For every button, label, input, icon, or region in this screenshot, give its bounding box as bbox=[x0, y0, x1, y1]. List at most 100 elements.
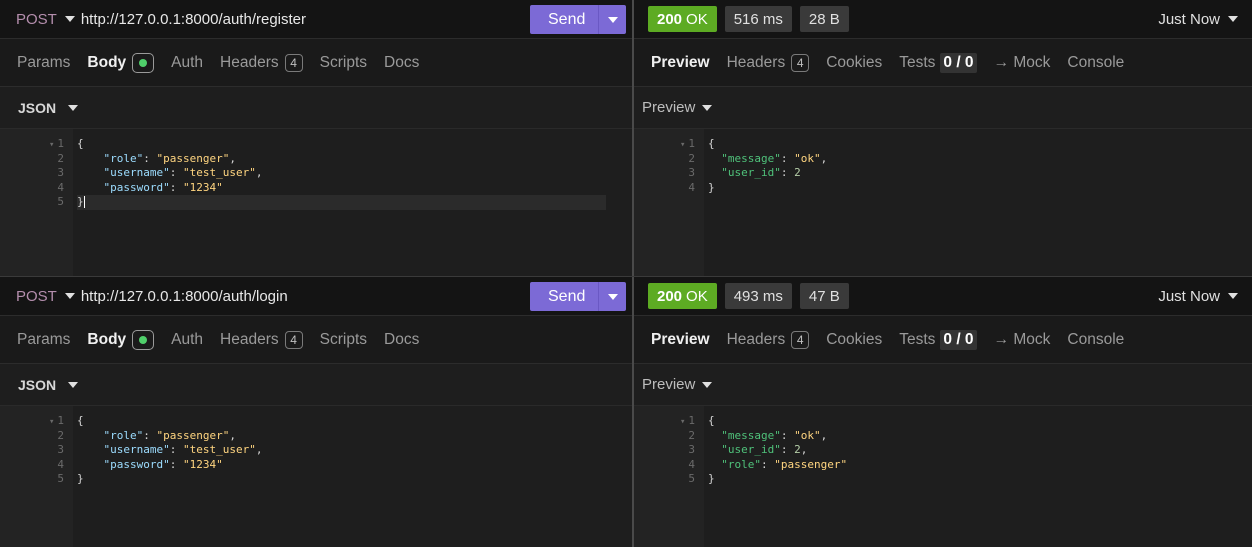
tab-params[interactable]: Params bbox=[17, 331, 70, 349]
line-number: 2 bbox=[688, 151, 695, 165]
response-headers-count-badge: 4 bbox=[791, 330, 810, 349]
method-selector[interactable]: POST bbox=[16, 288, 57, 305]
line-number: 3 bbox=[57, 443, 64, 456]
request-tabs: Params Body Auth Headers 4 Scripts Docs bbox=[0, 316, 632, 364]
tab-mock[interactable]: → Mock bbox=[994, 54, 1051, 72]
send-button[interactable]: Send bbox=[530, 282, 626, 311]
line-number-gutter: 1 2 3 4 5 bbox=[0, 129, 73, 276]
code-area[interactable]: { "role": "passenger", "username": "test… bbox=[73, 406, 632, 547]
tab-response-headers-label: Headers bbox=[726, 53, 786, 71]
preview-mode-caret-icon bbox=[702, 381, 713, 388]
code-line: } bbox=[77, 472, 84, 485]
tab-params[interactable]: Params bbox=[17, 54, 70, 72]
send-button[interactable]: Send bbox=[530, 5, 626, 34]
history-dropdown[interactable]: Just Now bbox=[1158, 11, 1238, 28]
code-line: { bbox=[77, 137, 84, 150]
tab-body[interactable]: Body bbox=[87, 329, 155, 350]
send-dropdown-caret-icon[interactable] bbox=[608, 17, 618, 23]
tab-docs[interactable]: Docs bbox=[384, 331, 419, 349]
preview-mode-selector[interactable]: Preview bbox=[634, 364, 1252, 406]
line-number: 2 bbox=[688, 428, 695, 442]
tab-scripts[interactable]: Scripts bbox=[320, 331, 367, 349]
tab-docs[interactable]: Docs bbox=[384, 54, 419, 72]
tab-tests[interactable]: Tests 0 / 0 bbox=[899, 52, 977, 73]
response-code-area: { "message": "ok", "user_id": 2, "role":… bbox=[704, 406, 1252, 547]
method-dropdown-caret-icon[interactable] bbox=[64, 293, 75, 299]
preview-mode-label: Preview bbox=[642, 99, 696, 116]
response-headers-count-badge: 4 bbox=[791, 53, 810, 72]
line-number: 5 bbox=[57, 472, 64, 485]
body-type-label: JSON bbox=[18, 99, 57, 116]
send-button-separator bbox=[598, 5, 599, 34]
send-button-separator bbox=[598, 282, 599, 311]
line-number-gutter: 1 2 3 4 5 bbox=[634, 406, 704, 547]
headers-count-badge: 4 bbox=[284, 53, 303, 72]
tab-tests[interactable]: Tests 0 / 0 bbox=[899, 329, 977, 350]
line-number: 2 bbox=[57, 428, 64, 442]
response-panel-register: 200 OK 516 ms 28 B Just Now Preview Heade… bbox=[634, 0, 1252, 276]
code-line: "password": "1234" bbox=[103, 180, 223, 194]
tab-cookies[interactable]: Cookies bbox=[826, 331, 882, 349]
code-line: { bbox=[708, 137, 715, 150]
body-active-indicator-icon bbox=[132, 52, 155, 73]
line-number: 1 bbox=[634, 414, 704, 429]
code-line-active: } bbox=[77, 195, 606, 210]
tab-scripts[interactable]: Scripts bbox=[320, 54, 367, 72]
code-line: "message": "ok", bbox=[721, 428, 828, 442]
line-number: 4 bbox=[688, 457, 695, 471]
status-badge: 200 OK bbox=[648, 6, 717, 32]
tab-cookies[interactable]: Cookies bbox=[826, 54, 882, 72]
code-line: "user_id": 2 bbox=[721, 166, 801, 179]
tab-headers-label: Headers bbox=[220, 53, 279, 71]
response-status-bar: 200 OK 493 ms 47 B Just Now bbox=[634, 277, 1252, 316]
line-number: 1 bbox=[0, 137, 73, 152]
method-selector[interactable]: POST bbox=[16, 11, 57, 28]
response-size-badge: 28 B bbox=[799, 6, 849, 32]
tab-body-label: Body bbox=[87, 53, 127, 71]
code-line: "role": "passenger", bbox=[103, 428, 236, 442]
code-area[interactable]: { "role": "passenger", "username": "test… bbox=[73, 129, 632, 276]
response-time-badge: 493 ms bbox=[724, 283, 792, 309]
body-editor[interactable]: 1 2 3 4 5 { "role": "passenger", "userna… bbox=[0, 129, 632, 276]
history-caret-icon bbox=[1228, 293, 1238, 299]
tab-headers-label: Headers bbox=[220, 330, 279, 348]
tab-console[interactable]: Console bbox=[1067, 54, 1124, 72]
send-button-label: Send bbox=[548, 287, 586, 305]
line-number: 4 bbox=[57, 457, 64, 471]
url-bar: POST http://127.0.0.1:8000/auth/register… bbox=[0, 0, 632, 39]
code-line: "role": "passenger", bbox=[103, 151, 236, 165]
response-status-bar: 200 OK 516 ms 28 B Just Now bbox=[634, 0, 1252, 39]
body-type-selector[interactable]: JSON bbox=[0, 87, 632, 129]
tab-preview[interactable]: Preview bbox=[651, 54, 710, 72]
history-dropdown[interactable]: Just Now bbox=[1158, 288, 1238, 305]
line-number: 3 bbox=[688, 443, 695, 456]
url-input[interactable]: http://127.0.0.1:8000/auth/login bbox=[81, 288, 288, 305]
line-number: 5 bbox=[688, 472, 695, 485]
tab-auth[interactable]: Auth bbox=[171, 331, 203, 349]
code-line: { bbox=[77, 414, 84, 427]
tab-console[interactable]: Console bbox=[1067, 331, 1124, 349]
tab-headers[interactable]: Headers 4 bbox=[220, 330, 303, 349]
body-editor[interactable]: 1 2 3 4 5 { "role": "passenger", "userna… bbox=[0, 406, 632, 547]
code-line: } bbox=[708, 180, 715, 194]
tab-preview[interactable]: Preview bbox=[651, 331, 710, 349]
line-number: 5 bbox=[57, 195, 64, 208]
response-time-badge: 516 ms bbox=[724, 6, 792, 32]
tab-mock[interactable]: → Mock bbox=[994, 331, 1051, 349]
code-line: } bbox=[708, 472, 715, 485]
line-number: 1 bbox=[634, 137, 704, 152]
body-type-selector[interactable]: JSON bbox=[0, 364, 632, 406]
preview-mode-selector[interactable]: Preview bbox=[634, 87, 1252, 129]
tab-headers[interactable]: Headers 4 bbox=[220, 53, 303, 72]
method-dropdown-caret-icon[interactable] bbox=[64, 16, 75, 22]
body-active-indicator-icon bbox=[132, 329, 155, 350]
tab-body[interactable]: Body bbox=[87, 52, 155, 73]
line-number-gutter: 1 2 3 4 bbox=[634, 129, 704, 276]
tab-response-headers[interactable]: Headers 4 bbox=[727, 330, 810, 349]
send-dropdown-caret-icon[interactable] bbox=[608, 294, 618, 300]
response-code-area: { "message": "ok", "user_id": 2 } bbox=[704, 129, 1252, 276]
url-input[interactable]: http://127.0.0.1:8000/auth/register bbox=[81, 11, 306, 28]
tab-response-headers[interactable]: Headers 4 bbox=[726, 53, 810, 72]
code-line: "password": "1234" bbox=[103, 457, 223, 471]
tab-auth[interactable]: Auth bbox=[171, 54, 203, 72]
